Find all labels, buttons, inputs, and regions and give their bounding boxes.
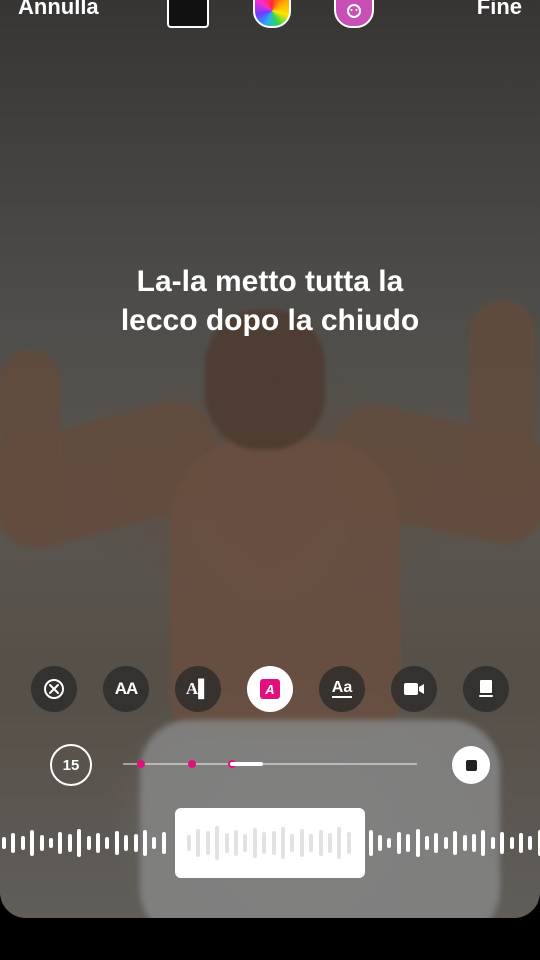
video-camera-glyph [404,683,424,695]
waveform-bar [281,827,285,859]
waveform-bar [161,832,166,854]
waveform-bar [196,829,201,857]
waveform-bar [252,828,257,858]
color-wheel-icon[interactable] [253,0,291,28]
cancel-button[interactable]: Annulla [18,0,99,20]
waveform-bar [105,837,110,849]
waveform-bar [2,837,6,849]
timeline-marker [137,760,145,768]
typography-glyph: Aa [331,679,353,698]
monkey-face-icon [347,4,361,18]
waveform-bar [86,836,91,850]
waveform-bar [143,830,147,856]
story-thumbnail[interactable] [167,0,209,28]
waveform-bar [528,836,533,850]
waveform-bar [472,834,476,852]
lyrics-line-2: lecco dopo la chiudo [120,304,420,337]
top-bar: Annulla Fine [0,0,540,36]
typography-icon[interactable]: Aa [319,666,365,712]
figure-shape [320,398,540,552]
waveform-bar [290,834,295,852]
waveform-bar [215,826,220,860]
font-size-glyph: AA [114,679,139,698]
close-circle-icon[interactable] [31,666,77,712]
waveform-bar [481,830,486,856]
timeline-track[interactable] [123,763,417,765]
waveform-bar [500,832,505,854]
waveform-bar [205,831,210,855]
waveform-bar [406,834,411,852]
video-camera-icon[interactable] [391,666,437,712]
lyrics-line-1: La-la metto tutta la [136,265,404,298]
waveform-bar [443,837,448,849]
highlight-text-icon[interactable]: A [247,666,293,712]
figure-shape [0,350,60,530]
waveform-bar [309,834,314,852]
waveform-bar [77,829,82,857]
waveform-bar [152,837,157,849]
timeline-progress[interactable] [230,762,263,766]
waveform-bar [387,838,392,848]
waveform-bar [124,835,129,851]
waveform-bar [368,830,373,856]
waveform-bar [425,836,429,850]
waveform-bar [187,835,191,851]
highlight-text-glyph: A [260,679,280,699]
figure-shape [0,392,231,558]
waveform-bar [519,833,523,853]
stop-button[interactable] [452,746,490,784]
waveform-bar [346,832,351,854]
waveform-bar [96,833,100,853]
text-style-glyph: A▌ [185,679,211,698]
waveform-bar [328,833,332,853]
done-button[interactable]: Fine [477,0,522,20]
waveform-bar [299,829,304,857]
waveform-bar [49,838,53,848]
audio-waveform[interactable] [0,808,540,878]
device-icon[interactable] [463,666,509,712]
waveform-bar [434,833,439,853]
waveform-bar [271,831,276,855]
waveform-bar [262,832,267,854]
face-sticker-icon[interactable] [334,0,374,28]
waveform-bar [67,834,72,852]
waveform-bar [58,832,63,854]
waveform-bar [462,835,467,851]
waveform-bar [378,835,382,851]
duration-button[interactable]: 15 [50,744,92,786]
waveform-bar [30,830,35,856]
waveform-bar [490,837,495,849]
waveform-bar [509,837,514,849]
waveform-bar [39,835,44,851]
clip-selector[interactable] [175,808,365,878]
stop-icon [465,759,477,771]
waveform-bar [337,827,342,859]
lyrics-style-toolbar: AA A▌ A Aa [0,666,540,714]
text-style-icon[interactable]: A▌ [175,666,221,712]
waveform-bar [415,829,420,857]
waveform-bar [234,830,238,856]
waveform-bar [20,836,25,850]
waveform-bar [224,833,229,853]
font-size-icon[interactable]: AA [103,666,149,712]
waveform-bar [133,834,138,852]
timeline-row: 15 [0,744,540,788]
device-glyph [479,680,493,697]
waveform-bar [318,830,323,856]
waveform-bar [453,831,458,855]
lyrics-overlay[interactable]: La-la metto tutta la lecco dopo la chiud… [40,262,500,340]
waveform-bar [396,832,401,854]
waveform-bar [11,833,16,853]
waveform-bar [114,831,119,855]
waveform-bar [243,834,248,852]
close-circle-glyph [44,679,64,699]
timeline-marker [188,760,196,768]
